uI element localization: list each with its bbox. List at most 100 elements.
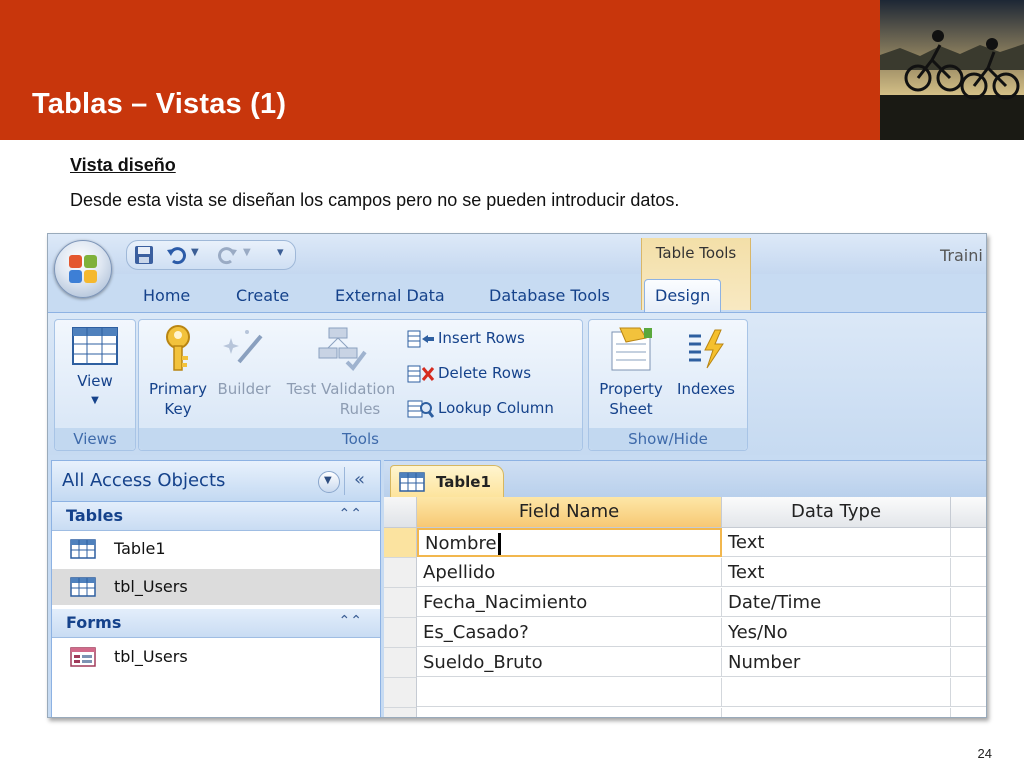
delete-rows-icon <box>407 365 435 382</box>
property-sheet-label-2: Sheet <box>609 400 653 418</box>
nav-pane-title: All Access Objects <box>62 470 226 491</box>
description-cell[interactable] <box>951 648 986 677</box>
row-selector[interactable] <box>384 648 417 678</box>
table-row[interactable]: Nombre Text <box>384 528 986 558</box>
document-tab-label: Table1 <box>436 473 491 491</box>
tools-group: Primary Key Builder Test Validation Rule… <box>138 319 583 451</box>
table-row[interactable]: Sueldo_Bruto Number <box>384 648 986 678</box>
property-sheet-label-1: Property <box>599 380 663 398</box>
delete-rows-button[interactable]: Delete Rows <box>407 361 531 385</box>
indexes-button[interactable]: Indexes <box>671 324 741 399</box>
description-cell[interactable] <box>951 678 986 707</box>
description-cell[interactable] <box>951 528 986 557</box>
field-name-cell[interactable]: Fecha_Nacimiento <box>417 588 722 617</box>
test-validation-rules-button[interactable]: Test Validation Rules <box>279 324 403 419</box>
form-icon <box>70 647 96 667</box>
property-sheet-button[interactable]: Property Sheet <box>593 324 669 419</box>
data-type-cell[interactable]: Text <box>722 558 951 587</box>
nav-pane-header[interactable]: All Access Objects ▼ « <box>52 461 380 502</box>
field-name-cell[interactable] <box>417 678 722 707</box>
delete-rows-label: Delete Rows <box>438 364 532 382</box>
nav-item-label: tbl_Users <box>114 647 188 666</box>
quick-access-toolbar: ▼ ▼ ▾ <box>126 240 296 270</box>
document-tab-strip: Table1 <box>384 461 986 498</box>
row-selector[interactable] <box>384 588 417 618</box>
collapse-chevron-icon[interactable]: ⌃⌃ <box>339 613 362 629</box>
navigation-pane: All Access Objects ▼ « Tables ⌃⌃ Table1 <box>51 460 381 717</box>
tab-database-tools[interactable]: Database Tools <box>489 286 610 305</box>
field-name-cell[interactable]: Es_Casado? <box>417 618 722 647</box>
nav-category-tables[interactable]: Tables ⌃⌃ <box>52 502 380 531</box>
table-row-empty[interactable] <box>384 708 986 717</box>
table-row[interactable]: Es_Casado? Yes/No <box>384 618 986 648</box>
section-subtitle: Vista diseño <box>70 155 176 175</box>
builder-button[interactable]: Builder <box>213 324 275 399</box>
text-cursor <box>497 533 501 555</box>
row-selector[interactable] <box>384 618 417 648</box>
data-type-cell[interactable]: Number <box>722 648 951 677</box>
field-name-cell[interactable] <box>417 708 722 717</box>
field-name-cell[interactable]: Sueldo_Bruto <box>417 648 722 677</box>
header-photo <box>880 0 1024 140</box>
office-button[interactable] <box>54 240 112 298</box>
section-description: Desde esta vista se diseñan los campos p… <box>70 190 680 210</box>
table-row[interactable]: Fecha_Nacimiento Date/Time <box>384 588 986 618</box>
redo-dropdown-icon[interactable]: ▼ <box>243 247 251 258</box>
table-icon <box>399 472 425 492</box>
view-button[interactable]: View ▼ <box>59 326 131 411</box>
description-cell[interactable] <box>951 708 986 717</box>
insert-rows-label: Insert Rows <box>438 329 525 347</box>
validation-rules-label-1: Validation <box>321 380 396 398</box>
data-type-cell[interactable]: Yes/No <box>722 618 951 647</box>
nav-item-tbl-users[interactable]: tbl_Users <box>52 569 380 605</box>
insert-rows-button[interactable]: Insert Rows <box>407 326 525 350</box>
undo-dropdown-icon[interactable]: ▼ <box>191 247 199 258</box>
row-selector[interactable] <box>384 558 417 588</box>
field-name-cell[interactable]: Nombre <box>417 528 722 557</box>
redo-icon[interactable] <box>217 244 239 266</box>
description-cell[interactable] <box>951 558 986 587</box>
tab-home[interactable]: Home <box>143 286 190 305</box>
property-sheet-icon <box>611 327 652 371</box>
validation-rules-icon <box>318 327 367 372</box>
shutter-bar-close-icon[interactable]: « <box>354 469 365 490</box>
view-dropdown-icon: ▼ <box>91 395 99 406</box>
row-selector[interactable] <box>384 528 417 558</box>
data-type-cell[interactable]: Text <box>722 528 951 557</box>
column-header-data-type[interactable]: Data Type <box>722 497 951 528</box>
primary-key-button[interactable]: Primary Key <box>143 324 213 419</box>
description-cell[interactable] <box>951 618 986 647</box>
column-header-field-name[interactable]: Field Name <box>417 497 722 528</box>
data-type-cell[interactable] <box>722 678 951 707</box>
context-tab-label: Table Tools <box>655 244 737 262</box>
tab-create[interactable]: Create <box>236 286 289 305</box>
description-cell[interactable] <box>951 588 986 617</box>
collapse-chevron-icon[interactable]: ⌃⌃ <box>339 506 362 522</box>
data-type-cell[interactable] <box>722 708 951 717</box>
lookup-column-button[interactable]: Lookup Column <box>407 396 554 420</box>
data-type-cell[interactable]: Date/Time <box>722 588 951 617</box>
tab-external-data[interactable]: External Data <box>335 286 445 305</box>
nav-item-label: Table1 <box>114 539 166 558</box>
nav-category-forms[interactable]: Forms ⌃⌃ <box>52 609 380 638</box>
undo-icon[interactable] <box>165 244 187 266</box>
save-icon[interactable] <box>133 244 155 266</box>
nav-item-form-tbl-users[interactable]: tbl_Users <box>52 639 380 675</box>
table-row-empty[interactable] <box>384 678 986 708</box>
row-selector[interactable] <box>384 708 417 717</box>
nav-item-table1[interactable]: Table1 <box>52 531 380 567</box>
view-label: View <box>77 372 113 390</box>
select-all-corner[interactable] <box>384 497 417 528</box>
table-row[interactable]: Apellido Text <box>384 558 986 588</box>
document-tab-table1[interactable]: Table1 <box>390 465 504 498</box>
nav-pane-dropdown-icon[interactable]: ▼ <box>318 471 340 493</box>
column-header-description[interactable] <box>951 497 986 528</box>
lookup-column-icon <box>407 400 435 418</box>
field-name-cell[interactable]: Apellido <box>417 558 722 587</box>
indexes-label: Indexes <box>677 380 735 398</box>
tab-design[interactable]: Design <box>644 279 722 312</box>
table-icon <box>70 539 96 559</box>
app-title: Traini <box>940 246 983 265</box>
row-selector[interactable] <box>384 678 417 708</box>
customize-qat-icon[interactable]: ▾ <box>277 245 284 260</box>
